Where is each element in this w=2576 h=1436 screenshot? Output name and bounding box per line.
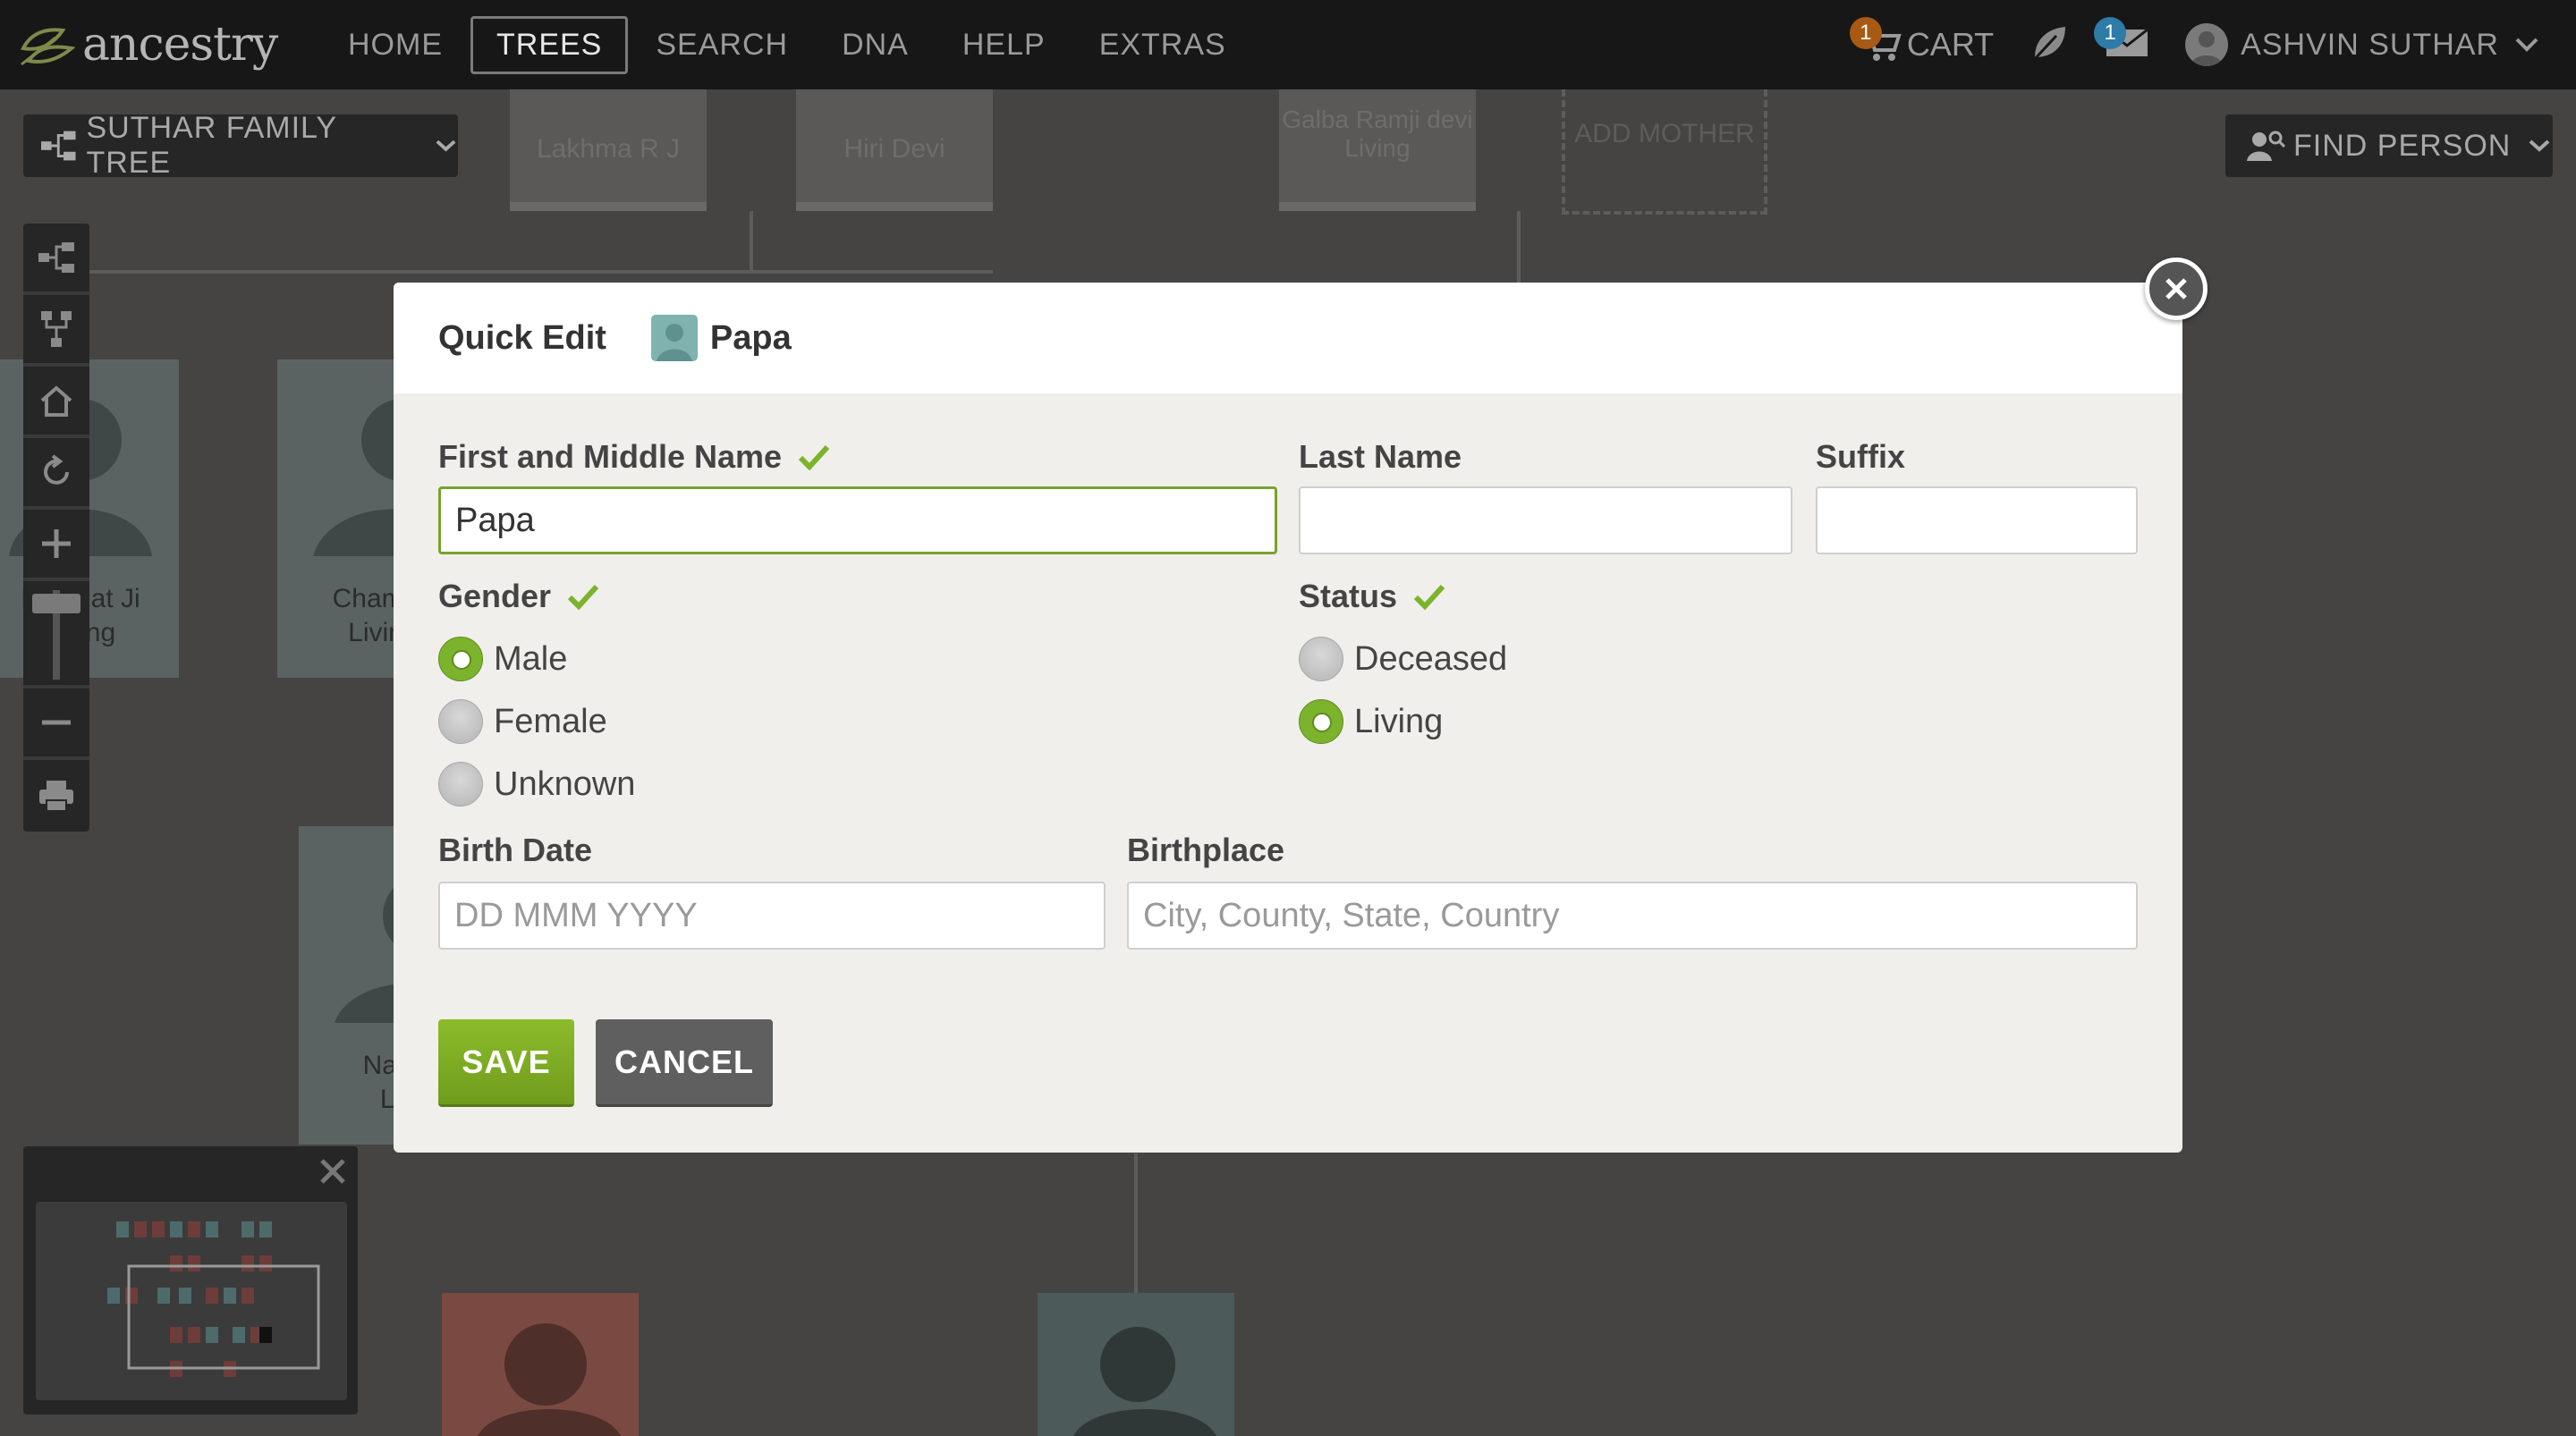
tree-card-galba[interactable]: Galba Ramji devi Living [1279, 89, 1476, 211]
logo-wordmark: ancestry [82, 18, 278, 72]
tree-selector-button[interactable]: SUTHAR FAMILY TREE [23, 111, 458, 180]
tree-connector [1517, 211, 1521, 286]
last-name-input[interactable] [1299, 486, 1792, 554]
birthplace-input[interactable] [1127, 882, 2138, 950]
check-icon [798, 444, 830, 470]
pedigree-view-button[interactable] [23, 224, 89, 295]
close-icon [2165, 278, 2187, 300]
nav-search[interactable]: SEARCH [630, 16, 814, 74]
check-icon [567, 584, 599, 610]
suffix-input[interactable] [1816, 486, 2138, 554]
check-icon [1413, 584, 1445, 610]
tree-view-icon [41, 131, 76, 161]
status-label: Status [1299, 578, 1445, 615]
reset-view-button[interactable] [23, 438, 89, 510]
last-name-label: Last Name [1299, 438, 1462, 475]
person-chip: Papa [650, 315, 792, 361]
zoom-out-button[interactable] [23, 688, 89, 760]
find-person-button[interactable]: FIND PERSON [2225, 114, 2553, 177]
tree-card-hiri-devi[interactable]: Hiri Devi [796, 89, 993, 211]
minus-icon [42, 720, 71, 725]
zoom-slider[interactable] [23, 581, 89, 688]
cart-label: CART [1906, 26, 1995, 63]
ancestry-logo[interactable]: ancestry [20, 18, 278, 72]
pedigree-view-icon [38, 242, 74, 273]
main-menu: HOME TREES SEARCH DNA HELP EXTRAS [322, 16, 1254, 74]
tree-card-lakhma[interactable]: Lakhma R J [510, 89, 707, 211]
nav-dna[interactable]: DNA [816, 16, 935, 74]
gender-male-radio[interactable] [438, 637, 483, 681]
leaf-logo-icon [21, 28, 75, 66]
messages-count-badge: 1 [2094, 16, 2127, 49]
first-name-label: First and Middle Name [438, 438, 830, 476]
nav-help[interactable]: HELP [936, 16, 1072, 74]
dialog-title: Quick Edit [438, 318, 606, 357]
user-menu[interactable]: ASHVIN SUTHAR [2185, 23, 2540, 66]
home-person-button[interactable] [23, 367, 89, 438]
save-button[interactable]: SAVE [438, 1019, 574, 1107]
user-name: ASHVIN SUTHAR [2241, 27, 2499, 62]
birth-date-input[interactable] [438, 882, 1106, 950]
cancel-button[interactable]: CANCEL [596, 1019, 773, 1107]
birthplace-label: Birthplace [1127, 832, 1285, 868]
leaf-icon [2032, 26, 2066, 62]
messages-button[interactable]: 1 [2094, 16, 2149, 64]
status-living-radio[interactable] [1299, 699, 1343, 744]
status-deceased-option[interactable]: Deceased [1299, 637, 1507, 681]
tree-connector [1134, 1153, 1138, 1293]
minimap-canvas[interactable] [36, 1202, 347, 1400]
chevron-down-icon [2529, 139, 2550, 152]
person-card-male[interactable] [1038, 1293, 1234, 1436]
chevron-down-icon [436, 139, 456, 152]
nav-extras[interactable]: EXTRAS [1073, 16, 1252, 74]
gender-female-option[interactable]: Female [438, 699, 607, 744]
family-view-icon [41, 311, 72, 347]
cart-count-badge: 1 [1849, 17, 1882, 49]
plus-icon [42, 529, 71, 558]
print-icon [39, 781, 73, 812]
close-dialog-button[interactable] [2145, 258, 2207, 320]
person-card-female[interactable] [442, 1293, 639, 1436]
tree-toolbar [23, 224, 89, 832]
dialog-header: Quick Edit Papa [394, 283, 2182, 393]
gender-male-option[interactable]: Male [438, 637, 567, 681]
nav-right-group: 1 CART 1 ASHVIN SUTHAR [1849, 16, 2540, 73]
find-person-icon [2247, 131, 2286, 161]
nav-home[interactable]: HOME [322, 16, 469, 74]
hints-button[interactable] [2029, 23, 2069, 67]
silhouette-icon [1073, 1327, 1216, 1436]
tree-minimap[interactable] [23, 1146, 358, 1415]
female-silhouette-icon [478, 1323, 621, 1436]
suffix-label: Suffix [1816, 438, 1906, 475]
close-icon[interactable] [317, 1155, 349, 1187]
tree-connector [89, 270, 993, 274]
refresh-icon [44, 454, 69, 485]
quick-edit-dialog: Quick Edit Papa First and Middle Name La… [394, 283, 2182, 1153]
nav-trees[interactable]: TREES [470, 16, 629, 74]
home-icon [40, 385, 72, 417]
zoom-in-button[interactable] [23, 510, 89, 581]
find-person-label: FIND PERSON [2293, 128, 2512, 163]
status-living-option[interactable]: Living [1299, 699, 1443, 744]
gender-unknown-radio[interactable] [438, 762, 483, 807]
person-avatar-icon [650, 315, 698, 361]
print-button[interactable] [23, 760, 89, 832]
first-name-input[interactable] [438, 486, 1277, 554]
status-deceased-radio[interactable] [1299, 637, 1343, 681]
birth-date-label: Birth Date [438, 832, 593, 868]
gender-female-radio[interactable] [438, 699, 483, 744]
tree-name: SUTHAR FAMILY TREE [86, 111, 337, 180]
zoom-slider-handle[interactable] [32, 594, 80, 613]
gender-unknown-option[interactable]: Unknown [438, 762, 635, 807]
cart-button[interactable]: 1 CART [1849, 17, 1995, 63]
add-mother-card[interactable]: ADD MOTHER [1562, 89, 1767, 215]
gender-label: Gender [438, 578, 599, 615]
family-view-button[interactable] [23, 295, 89, 367]
user-avatar-icon [2185, 23, 2229, 66]
person-name: Papa [709, 318, 792, 357]
top-navigation: ancestry HOME TREES SEARCH DNA HELP EXTR… [0, 0, 2576, 89]
chevron-down-icon [2515, 38, 2538, 52]
tree-connector [750, 211, 753, 272]
